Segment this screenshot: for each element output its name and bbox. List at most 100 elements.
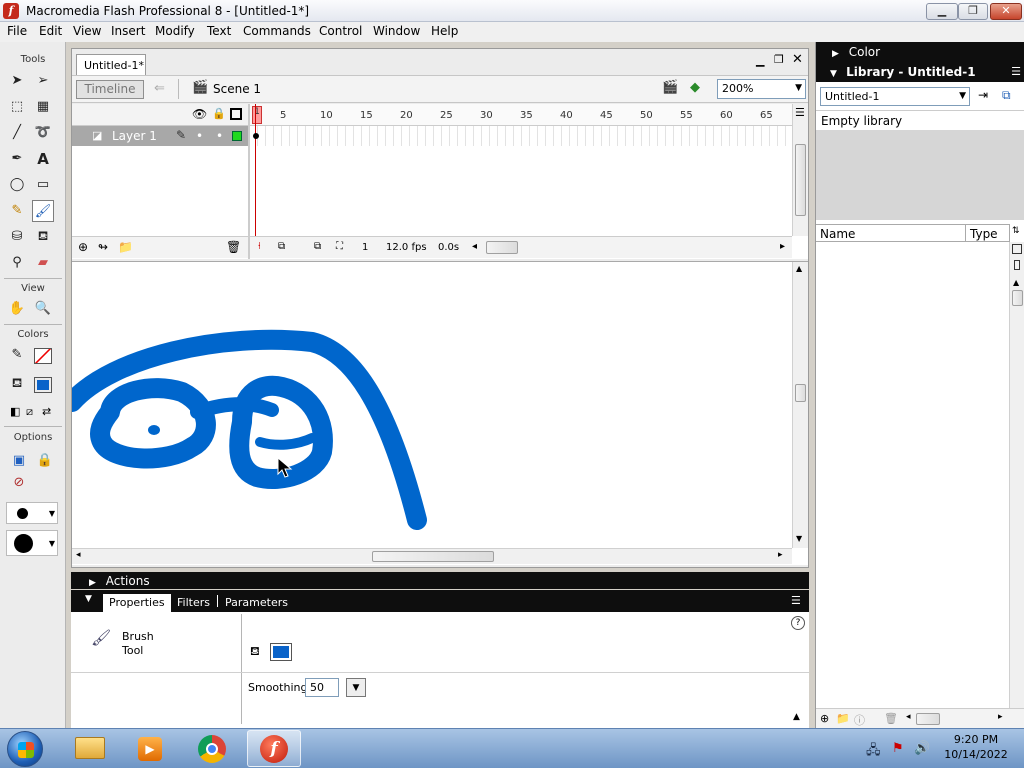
back-arrow-icon[interactable]: ⇐ (154, 81, 165, 96)
taskbar-media-player[interactable]: ▶ (123, 730, 177, 767)
outline-icon[interactable] (230, 108, 242, 120)
swap-colors-icon[interactable]: ⇄ (42, 405, 51, 418)
library-menu-icon[interactable]: ☰ (1011, 65, 1021, 78)
tab-properties[interactable]: Properties (103, 594, 171, 612)
menu-commands[interactable]: Commands (243, 24, 311, 38)
scroll-left-icon[interactable]: ◂ (76, 550, 81, 560)
black-white-icon[interactable]: ◧ (10, 405, 20, 418)
scroll-left-icon[interactable]: ◂ (472, 241, 477, 252)
oval-tool-icon[interactable]: ◯ (6, 174, 28, 196)
timeline-toggle-button[interactable]: Timeline (76, 80, 144, 99)
pin-library-icon[interactable]: ⇥ (978, 88, 988, 102)
new-symbol-icon[interactable]: ⊕ (820, 712, 829, 725)
menu-modify[interactable]: Modify (155, 24, 195, 38)
edit-scene-icon[interactable]: 🎬 (662, 80, 678, 95)
tab-filters[interactable]: Filters (177, 596, 210, 609)
narrow-view-icon[interactable] (1014, 260, 1020, 270)
free-transform-tool-icon[interactable]: ⬚ (6, 96, 28, 118)
onion-skin-icon[interactable]: ⧉ (278, 241, 285, 252)
lock-dot[interactable]: • (216, 129, 223, 143)
menu-edit[interactable]: Edit (39, 24, 62, 38)
eraser-tool-icon[interactable]: ▰ (32, 252, 54, 274)
taskbar-flash[interactable]: f (247, 730, 301, 767)
minimize-doc-icon[interactable]: ▁ (756, 54, 764, 67)
ink-bottle-tool-icon[interactable]: ⛁ (6, 226, 28, 248)
library-hscroll-thumb[interactable] (916, 713, 940, 725)
paint-bucket-tool-icon[interactable]: ⛾ (32, 226, 54, 248)
rectangle-tool-icon[interactable]: ▭ (32, 174, 54, 196)
delete-icon[interactable]: 🗑 (884, 712, 898, 725)
new-folder-icon[interactable]: 📁 (836, 712, 850, 725)
frame-hscroll-thumb[interactable] (486, 241, 518, 254)
center-frame-icon[interactable]: ⍿ (258, 241, 261, 252)
brush-size-select[interactable]: ▼ (6, 502, 58, 524)
library-document-select[interactable]: Untitled-1 ▼ (820, 87, 970, 106)
no-color-icon[interactable]: ⧄ (26, 405, 33, 419)
stroke-color-swatch[interactable] (34, 348, 52, 364)
new-library-panel-icon[interactable]: ⧉ (1002, 88, 1011, 103)
document-tab[interactable]: Untitled-1* (76, 54, 146, 75)
stage-hscroll[interactable]: ◂ ▸ (72, 548, 792, 564)
menu-file[interactable]: File (7, 24, 27, 38)
scroll-right-icon[interactable]: ▸ (778, 550, 783, 560)
zoom-select[interactable]: 200% ▼ (717, 79, 806, 99)
scroll-down-icon[interactable]: ▼ (796, 534, 802, 543)
menu-text[interactable]: Text (207, 24, 231, 38)
restore-doc-icon[interactable]: ❐ (774, 53, 784, 66)
smoothing-dropdown-button[interactable]: ▼ (346, 678, 366, 697)
fill-color-picker[interactable] (270, 643, 292, 661)
column-name-header[interactable]: Name (816, 224, 966, 242)
menu-control[interactable]: Control (319, 24, 362, 38)
scroll-up-icon[interactable]: ▲ (796, 264, 802, 273)
pencil-tool-icon[interactable]: ✎ (6, 200, 28, 222)
scroll-right-icon[interactable]: ▸ (998, 712, 1003, 722)
sort-icon[interactable]: ⇅ (1012, 226, 1020, 236)
keyframe[interactable] (253, 133, 259, 139)
color-panel-bar[interactable]: ▶ Color (816, 42, 1024, 62)
menu-view[interactable]: View (73, 24, 101, 38)
timeline-vscroll[interactable]: ☰ (792, 104, 808, 236)
close-window-button[interactable]: ✕ (990, 3, 1022, 20)
lock-icon[interactable]: 🔒 (212, 107, 226, 120)
pen-tool-icon[interactable]: ✒ (6, 148, 28, 170)
line-tool-icon[interactable]: ╱ (6, 122, 28, 144)
volume-icon[interactable]: 🔊 (914, 741, 930, 756)
subselect-tool-icon[interactable]: ➢ (32, 70, 54, 92)
lasso-tool-icon[interactable]: ➰ (32, 122, 54, 144)
edit-multiple-frames-icon[interactable]: ⛶ (336, 241, 343, 252)
actions-panel-bar[interactable]: ▶ Actions (71, 572, 809, 589)
add-motion-guide-icon[interactable]: ↬ (98, 240, 108, 254)
stage-vscroll-thumb[interactable] (795, 384, 806, 402)
layer-row[interactable]: ◪ Layer 1 ✎ • • (72, 126, 248, 146)
timeline-scroll-thumb[interactable] (795, 144, 806, 216)
text-tool-icon[interactable]: A (32, 148, 54, 170)
stage[interactable]: ▲ ▼ ◂ ▸ (72, 261, 808, 565)
lock-fill-icon[interactable]: 🔒 (34, 450, 56, 472)
fill-transform-tool-icon[interactable]: ▦ (32, 96, 54, 118)
network-icon[interactable]: 🖧 (866, 741, 881, 763)
menu-window[interactable]: Window (373, 24, 420, 38)
start-button[interactable] (7, 731, 43, 767)
timeline-menu-icon[interactable]: ☰ (795, 106, 805, 119)
brush-tool-icon[interactable]: 🖌 (32, 200, 54, 222)
visible-dot[interactable]: • (196, 129, 203, 143)
frame-row[interactable] (250, 126, 792, 146)
layer-outline-color[interactable] (232, 131, 242, 141)
eyedropper-tool-icon[interactable]: ⚲ (6, 252, 28, 274)
tab-parameters[interactable]: Parameters (225, 596, 288, 609)
smoothing-input[interactable]: 50 (305, 678, 339, 697)
onion-outlines-icon[interactable]: ⧉ (314, 241, 321, 252)
brush-shape-select[interactable]: ▼ (6, 530, 58, 556)
stage-hscroll-thumb[interactable] (372, 551, 494, 562)
minimize-button[interactable]: ▁ (926, 3, 958, 20)
scroll-up-icon[interactable]: ▲ (1013, 278, 1019, 287)
arrow-tool-icon[interactable]: ➤ (6, 70, 28, 92)
library-vscroll[interactable]: ▲ (1009, 242, 1024, 712)
collapse-triangle-icon[interactable]: ▼ (85, 594, 92, 604)
menu-insert[interactable]: Insert (111, 24, 145, 38)
brush-mode-icon[interactable]: ▣ (8, 450, 30, 472)
menu-help[interactable]: Help (431, 24, 458, 38)
hand-tool-icon[interactable]: ✋ (6, 298, 28, 320)
show-hide-eye-icon[interactable]: 👁 (192, 107, 207, 121)
library-panel-bar[interactable]: ▼ Library - Untitled-1 ☰ (816, 62, 1024, 82)
